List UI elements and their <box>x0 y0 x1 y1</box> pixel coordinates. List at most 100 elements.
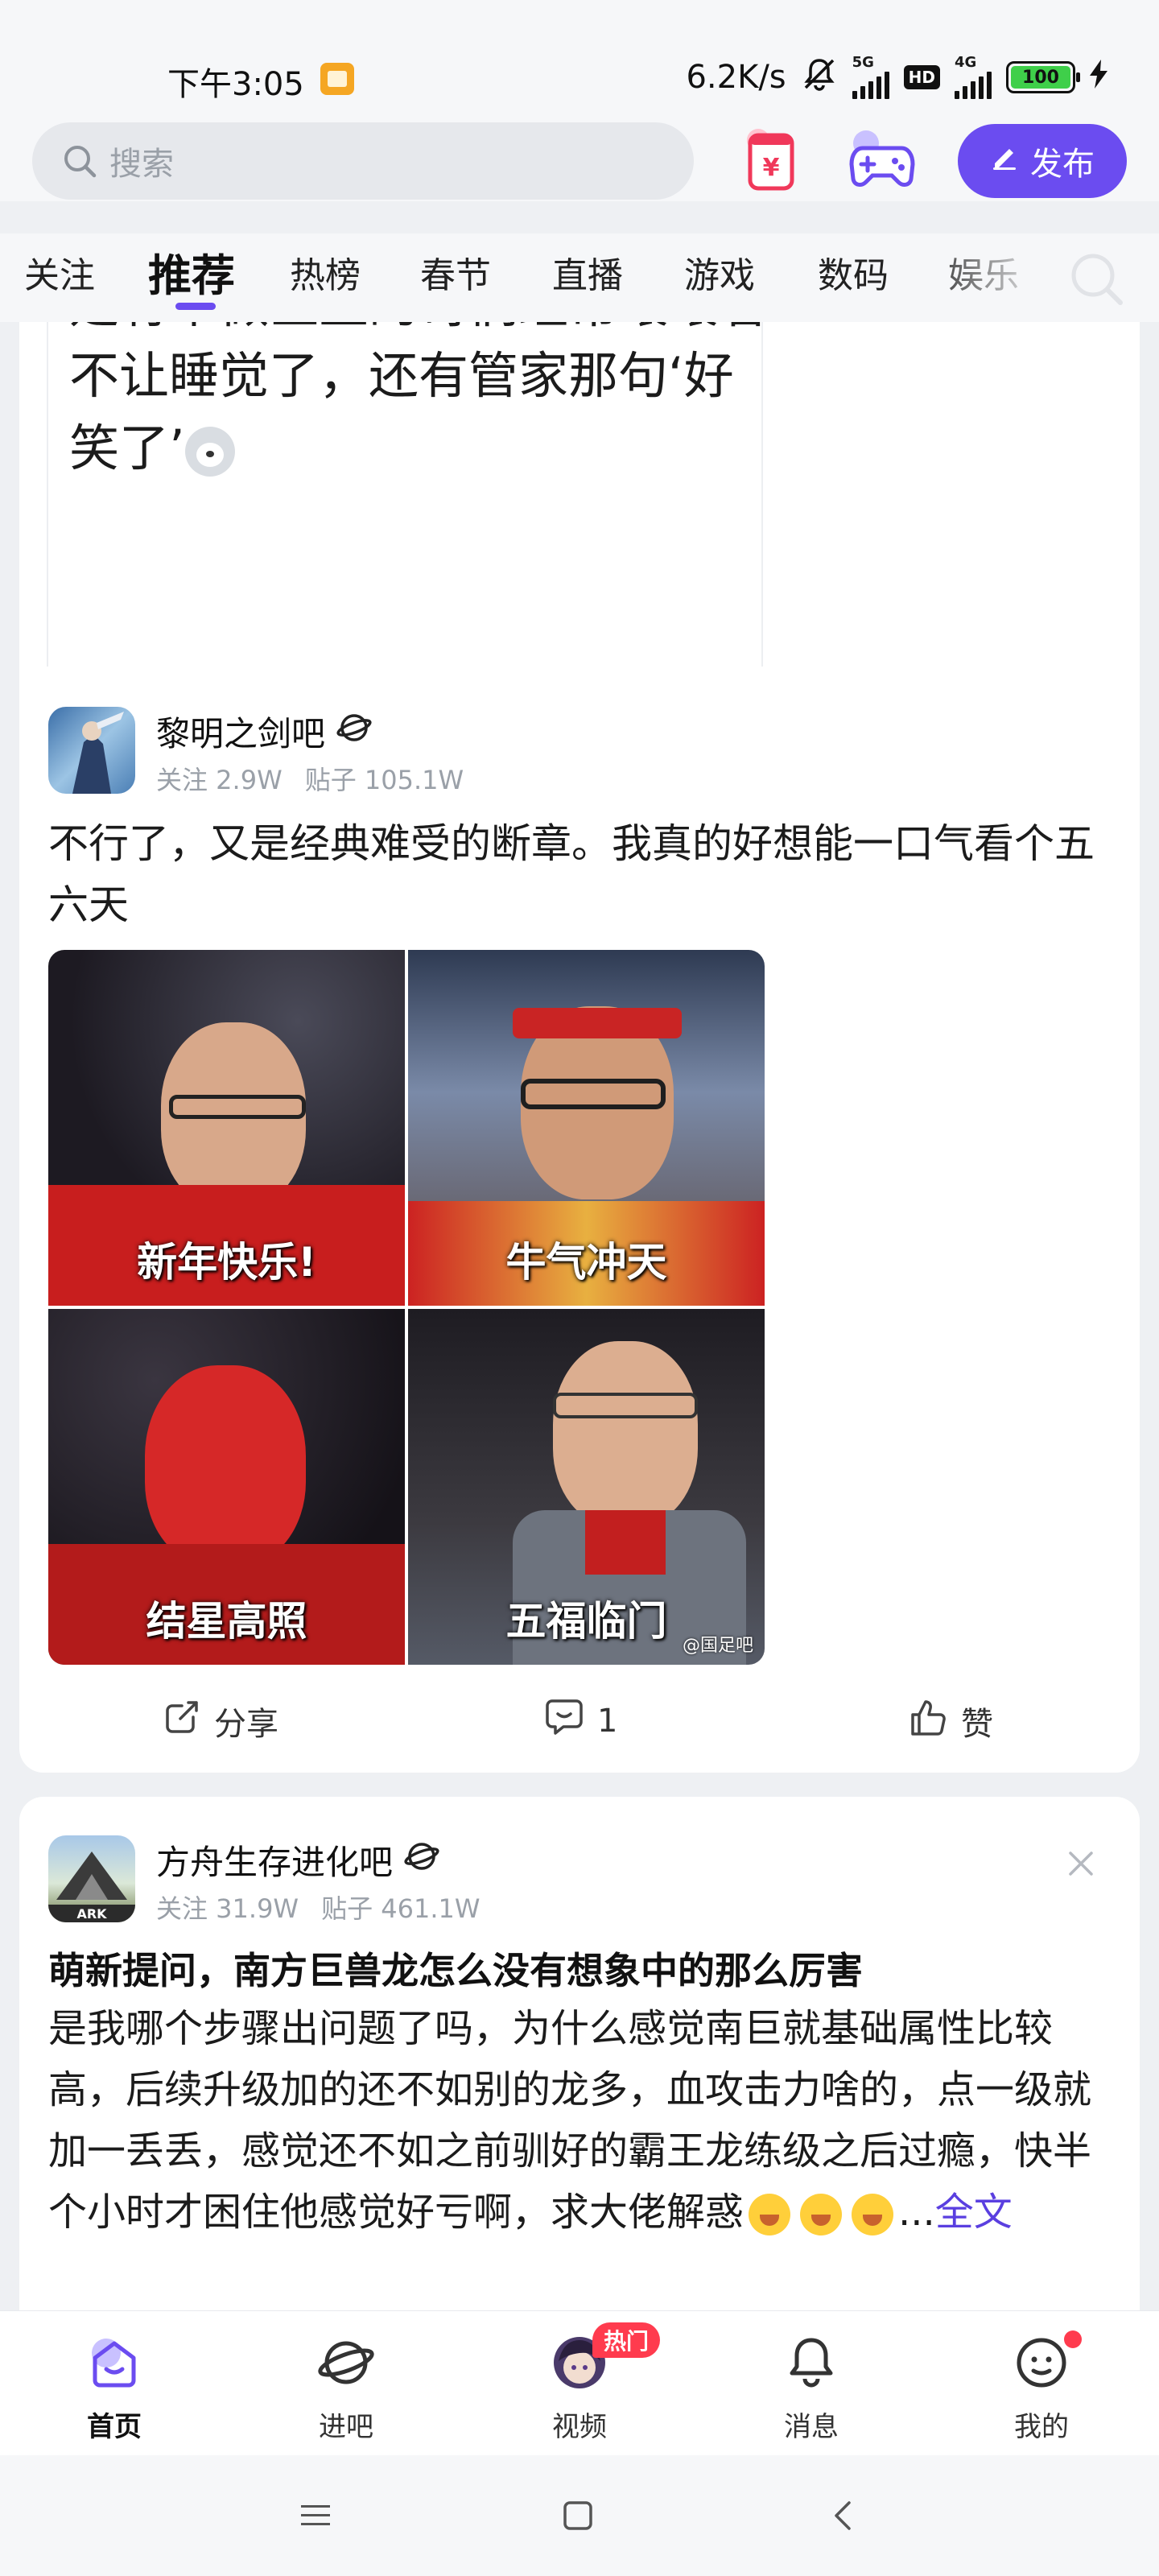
status-bar: 下午3:05 6.2K/s 5G HD 4G 100 <box>0 0 1159 121</box>
nav-forums[interactable]: 进吧 <box>266 2332 427 2444</box>
meme-image[interactable]: 新年快乐! <box>48 950 405 1306</box>
comment-count: 1 <box>597 1703 618 1740</box>
pen-icon <box>990 142 1019 180</box>
face-icon <box>1011 2332 1072 2396</box>
forum-avatar[interactable] <box>48 707 135 794</box>
tab-live[interactable]: 直播 <box>552 246 623 298</box>
tab-follow[interactable]: 关注 <box>24 246 95 298</box>
post-body[interactable]: 是我哪个步骤出问题了吗，为什么感觉南巨就基础属性比较高，后续升级加的还不如别的龙… <box>48 1998 1127 2243</box>
nav-label: 视频 <box>552 2411 607 2443</box>
ellipsis: ... <box>898 2190 935 2235</box>
thumbs-up-icon <box>908 1697 948 1745</box>
nav-label: 首页 <box>87 2411 142 2443</box>
hd-badge: HD <box>903 65 940 89</box>
signal-4g: 4G <box>955 56 992 99</box>
publish-button[interactable]: 发布 <box>958 124 1127 198</box>
post-actions: 分享 1 赞 <box>19 1689 1140 1753</box>
meme-image[interactable]: 五福临门 @国足吧 <box>408 1309 765 1665</box>
nav-label: 进吧 <box>319 2411 373 2443</box>
meme-caption: 新年快乐! <box>137 1239 316 1286</box>
hot-badge: 热门 <box>592 2322 660 2358</box>
forum-stats: 关注 31.9W 贴子 461.1W <box>156 1889 481 1926</box>
forum-posts: 贴子 105.1W <box>304 765 464 795</box>
share-icon <box>163 1698 201 1744</box>
charging-icon <box>1090 59 1107 96</box>
tab-digital[interactable]: 数码 <box>818 246 889 298</box>
battery-level: 100 <box>1011 66 1070 89</box>
search-placeholder: 搜索 <box>109 146 174 183</box>
channel-tabs: 关注 推荐 热榜 春节 直播 游戏 数码 娱乐 <box>0 233 1159 322</box>
meme-image[interactable]: 结星高照 <box>48 1309 405 1665</box>
forum-name: 方舟生存进化吧 <box>156 1843 394 1882</box>
gamepad-icon[interactable] <box>842 121 922 201</box>
nav-label: 消息 <box>784 2411 839 2443</box>
home-square-icon[interactable] <box>546 2487 610 2544</box>
search-input[interactable]: 搜索 <box>32 122 694 200</box>
like-button[interactable]: 赞 <box>908 1689 993 1753</box>
share-button[interactable]: 分享 <box>163 1689 278 1753</box>
crying-emoji-icon <box>852 2194 894 2235</box>
tab-hot-list[interactable]: 热榜 <box>290 246 361 298</box>
signal-bars-icon <box>852 70 889 99</box>
signal-bars-icon <box>955 70 992 99</box>
signal-5g: 5G <box>852 56 889 99</box>
planet-icon <box>336 710 372 753</box>
forum-name: 黎明之剑吧 <box>156 714 326 753</box>
meme-caption: 牛气冲天 <box>505 1239 667 1286</box>
full-text-link[interactable]: 全文 <box>935 2190 1013 2235</box>
bottom-navigation: 首页 进吧 热门 视频 消息 我的 <box>0 2310 1159 2455</box>
husky-emoji-icon <box>184 426 235 477</box>
notification-dot <box>1064 2330 1082 2348</box>
post-title[interactable]: 萌新提问，南方巨兽龙怎么没有想象中的那么厉害 <box>48 1942 863 1995</box>
tab-search-icon[interactable] <box>1066 248 1127 312</box>
forum-avatar[interactable]: ARK <box>48 1835 135 1922</box>
crying-emoji-icon <box>749 2194 791 2235</box>
nav-video[interactable]: 热门 视频 <box>499 2322 660 2444</box>
tab-spring-festival[interactable]: 春节 <box>420 246 491 298</box>
post-card[interactable]: 黎明之剑吧 关注 2.9W 贴子 105.1W 不行了，又是经典难受的断章。我真的… <box>19 667 1140 1773</box>
tab-recommend[interactable]: 推荐 <box>148 240 235 303</box>
publish-label: 发布 <box>1030 146 1095 183</box>
top-header: 搜索 ¥ 发布 <box>0 121 1159 201</box>
status-time: 下午3:05 <box>167 66 304 103</box>
bell-icon <box>781 2332 842 2396</box>
wallet-icon[interactable]: ¥ <box>731 121 811 201</box>
home-icon <box>84 2332 145 2396</box>
meme-image-grid[interactable]: 新年快乐! 牛气冲天 结星高照 五福临门 @国足吧 <box>48 950 765 1665</box>
forum-name-row[interactable]: 方舟生存进化吧 <box>156 1835 439 1885</box>
network-speed: 6.2K/s <box>686 59 786 96</box>
nav-messages[interactable]: 消息 <box>731 2332 892 2444</box>
back-icon[interactable] <box>811 2487 876 2544</box>
nav-label: 我的 <box>1014 2411 1069 2443</box>
post-card[interactable]: ARK 方舟生存进化吧 关注 31.9W 贴子 461.1W 萌新提问，南方巨兽龙… <box>19 1797 1140 2310</box>
system-navigation-bar <box>0 2455 1159 2576</box>
search-icon <box>61 142 98 180</box>
comment-button[interactable]: 1 <box>544 1689 617 1753</box>
close-icon[interactable] <box>1067 1845 1095 1886</box>
share-label: 分享 <box>214 1706 278 1743</box>
nav-profile[interactable]: 我的 <box>961 2330 1122 2444</box>
tab-games[interactable]: 游戏 <box>684 246 755 298</box>
notification-app-icon <box>320 63 354 95</box>
crying-emoji-icon <box>800 2194 843 2235</box>
forum-name-row[interactable]: 黎明之剑吧 <box>156 707 372 756</box>
forum-followers: 关注 31.9W <box>156 1893 299 1924</box>
forum-stats: 关注 2.9W 贴子 105.1W <box>156 760 464 797</box>
meme-image[interactable]: 牛气冲天 <box>408 950 765 1306</box>
like-label: 赞 <box>961 1706 993 1743</box>
svg-text:ARK: ARK <box>76 1906 107 1922</box>
nav-home[interactable]: 首页 <box>34 2332 195 2444</box>
post-text[interactable]: 不行了，又是经典难受的断章。我真的好想能一口气看个五六天 <box>48 813 1111 935</box>
forum-posts: 贴子 461.1W <box>321 1893 481 1924</box>
menu-icon[interactable] <box>283 2487 348 2544</box>
meme-caption: 结星高照 <box>146 1598 307 1645</box>
comment-icon <box>544 1698 584 1744</box>
feed[interactable]: 是有个做医生的哥们经常嚷嚷着 不让睡觉了，还有管家那句‘好 笑了’ 3 95 7… <box>0 322 1159 2310</box>
forum-followers: 关注 2.9W <box>156 765 283 795</box>
quote-line-last: 笑了’ <box>69 407 235 480</box>
active-tab-indicator <box>175 303 216 310</box>
planet-icon <box>404 1839 439 1882</box>
svg-text:¥: ¥ <box>763 154 780 182</box>
quote-line: 不让睡觉了，还有管家那句‘好 <box>69 346 734 405</box>
planet-icon <box>316 2332 377 2396</box>
